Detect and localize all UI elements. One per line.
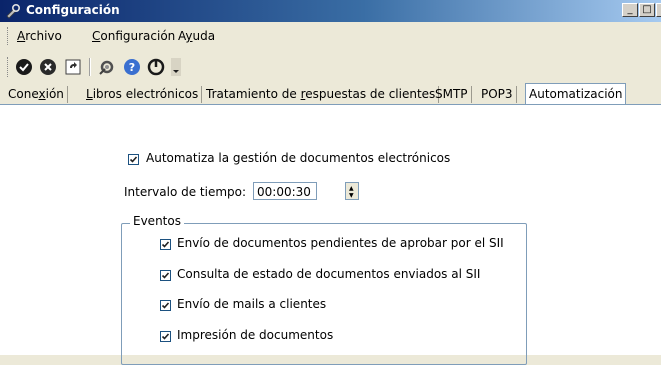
menu-bar: Archivo Configuración Ayuda [0, 22, 661, 50]
checkmark-icon [161, 333, 170, 340]
app-icon [6, 3, 21, 19]
svg-text:?: ? [129, 61, 135, 74]
interval-input[interactable]: 00:00:30 [253, 182, 317, 200]
toolbar: ? [0, 50, 661, 82]
close-button[interactable] [656, 3, 661, 17]
overflow-icon[interactable] [171, 58, 181, 76]
toolbar-grip[interactable] [7, 57, 10, 77]
checkmark-icon [161, 272, 170, 279]
event-label-status-query: Consulta de estado de documentos enviado… [177, 267, 481, 281]
interval-label: Intervalo de tiempo: [124, 185, 247, 199]
toolbar-separator [89, 58, 91, 76]
cancel-icon[interactable] [39, 58, 57, 76]
tab-smtp[interactable]: SMTP [432, 86, 472, 103]
event-checkbox-print-documents[interactable] [160, 331, 171, 342]
menu-ayuda[interactable]: Ayuda [178, 29, 215, 43]
minimize-button[interactable]: _ [622, 3, 638, 17]
tab-libros-electronicos[interactable]: Libros electrónicos [83, 86, 203, 103]
window-title: Configuración [26, 3, 120, 17]
menu-grip[interactable] [7, 27, 10, 45]
interval-spinner[interactable]: ▲ ▼ [345, 182, 359, 200]
spin-down-icon[interactable]: ▼ [349, 193, 354, 199]
tab-conexion[interactable]: Conexión [5, 86, 68, 103]
tools-icon[interactable] [98, 58, 116, 76]
help-icon[interactable]: ? [123, 58, 141, 76]
tab-strip: Conexión Libros electrónicos Tratamiento… [0, 82, 661, 105]
event-label-pending-approval: Envío de documentos pendientes de aproba… [177, 236, 504, 250]
menu-configuracion[interactable]: Configuración [92, 29, 175, 43]
tab-automatizacion[interactable]: Automatización [525, 83, 627, 105]
automate-checkbox[interactable] [128, 154, 139, 165]
menu-archivo[interactable]: Archivo [17, 29, 62, 43]
checkmark-icon [161, 302, 170, 309]
events-group-title: Eventos [130, 214, 184, 228]
event-checkbox-mail-clients[interactable] [160, 300, 171, 311]
refresh-icon[interactable] [64, 58, 82, 76]
power-icon[interactable] [147, 58, 165, 76]
event-label-mail-clients: Envío de mails a clientes [177, 297, 327, 311]
event-checkbox-pending-approval[interactable] [160, 239, 171, 250]
checkmark-icon [129, 156, 138, 163]
checkmark-icon [161, 241, 170, 248]
automate-label: Automatiza la gestión de documentos elec… [146, 151, 451, 165]
event-checkbox-status-query[interactable] [160, 270, 171, 281]
title-bar: Configuración _ □ [0, 0, 661, 22]
tab-tratamiento-respuestas[interactable]: Tratamiento de respuestas de clientes [203, 86, 440, 103]
ok-icon[interactable] [15, 58, 33, 76]
event-label-print-documents: Impresión de documentos [177, 328, 334, 342]
maximize-button[interactable]: □ [639, 3, 655, 17]
tab-pop3[interactable]: POP3 [478, 86, 517, 103]
